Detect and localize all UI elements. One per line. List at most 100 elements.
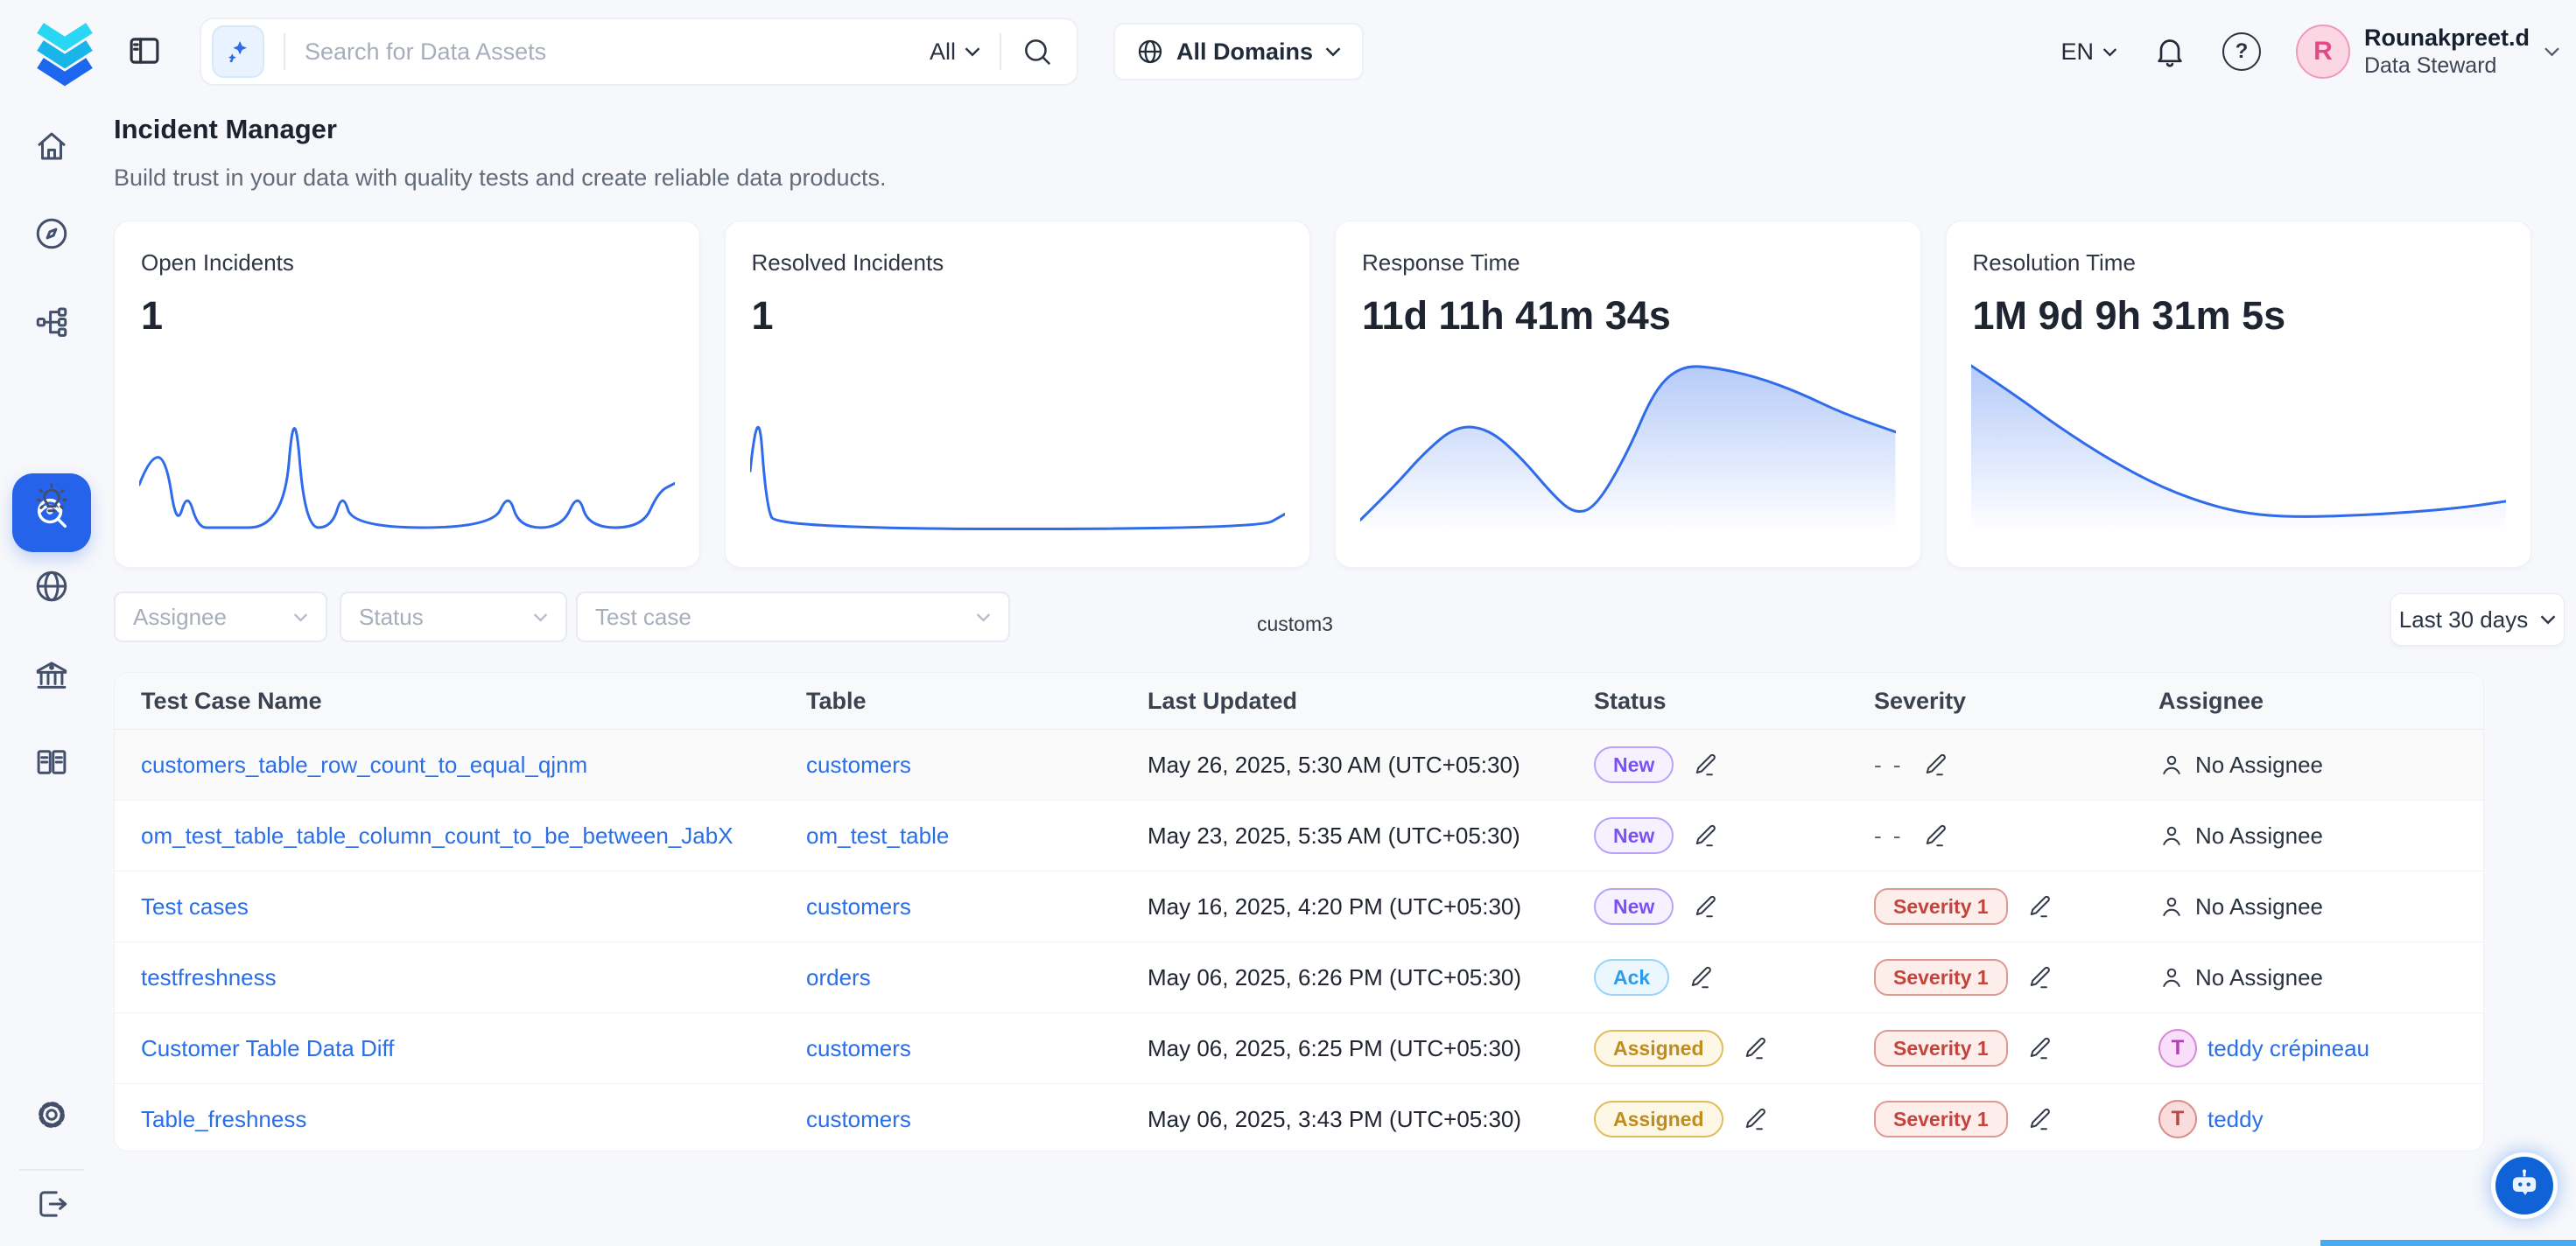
main-content: Incident Manager Build trust in your dat… [114,103,886,192]
table-link[interactable]: customers [806,1035,911,1061]
column-header: Last Updated [1148,688,1594,715]
table-header-row: Test Case NameTableLast UpdatedStatusSev… [115,673,2483,730]
assignee-avatar[interactable]: T [2158,1029,2197,1068]
bottom-scrollbar[interactable] [2320,1240,2576,1246]
user-name: Rounakpreet.d [2364,24,2530,53]
status-badge[interactable]: Assigned [1594,1101,1723,1138]
global-search[interactable]: Search for Data Assets All [200,18,1078,86]
assignee-cell[interactable]: Tteddy crépineau [2158,1029,2483,1068]
edit-severity-icon[interactable] [2027,964,2053,990]
stat-cards-row: Open Incidents 1 Resolved Incidents 1 Re… [114,220,2531,568]
status-badge[interactable]: New [1594,817,1674,854]
all-domains-button[interactable]: All Domains [1113,23,1364,80]
search-icon[interactable] [1021,35,1054,68]
column-header: Table [806,688,1148,715]
assignee-label: No Assignee [2195,893,2323,920]
assignee-link[interactable]: teddy [2207,1106,2264,1133]
table-row[interactable]: Test cases customers May 16, 2025, 4:20 … [115,872,2483,942]
response-time-chart [1360,357,1896,532]
status-badge[interactable]: Assigned [1594,1030,1723,1067]
sidebar-item-data-flow[interactable] [24,294,80,350]
severity-badge[interactable]: - - [1874,822,1904,850]
edit-status-icon[interactable] [1693,893,1719,920]
assignee-link[interactable]: teddy crépineau [2207,1035,2369,1062]
chat-bot-button[interactable] [2495,1157,2553,1214]
card-resolution-time: Resolution Time 1M 9d 9h 31m 5s [1946,220,2532,568]
card-title: Response Time [1362,249,1520,276]
edit-status-icon[interactable] [1743,1035,1769,1061]
search-scope-dropdown[interactable]: All [930,38,980,66]
search-input[interactable]: Search for Data Assets [305,38,930,66]
table-row[interactable]: Table_freshness customers May 06, 2025, … [115,1084,2483,1152]
status-badge[interactable]: New [1594,746,1674,783]
assignee-cell[interactable]: No Assignee [2158,964,2483,991]
severity-badge[interactable]: - - [1874,752,1904,779]
language-selector[interactable]: EN [2060,38,2117,66]
table-row[interactable]: customers_table_row_count_to_equal_qjnm … [115,730,2483,801]
table-link[interactable]: customers [806,752,911,778]
assignee-cell[interactable]: No Assignee [2158,822,2483,850]
edit-status-icon[interactable] [1743,1106,1769,1132]
test-case-name-link[interactable]: customers_table_row_count_to_equal_qjnm [141,752,587,778]
assignee-cell[interactable]: Tteddy [2158,1100,2483,1138]
test-case-name-link[interactable]: Test cases [141,893,249,920]
test-case-name-link[interactable]: om_test_table_table_column_count_to_be_b… [141,822,733,849]
divider [1000,33,1001,70]
help-icon[interactable]: ? [2222,32,2261,71]
last-updated-value: May 16, 2025, 4:20 PM (UTC+05:30) [1148,893,1594,920]
status-badge[interactable]: New [1594,888,1674,925]
user-avatar[interactable]: R [2296,24,2350,79]
status-badge[interactable]: Ack [1594,959,1669,996]
severity-badge[interactable]: Severity 1 [1874,1101,2008,1138]
status-filter[interactable]: Status [340,592,567,642]
edit-severity-icon[interactable] [2027,1035,2053,1061]
app-logo[interactable] [30,14,100,89]
edit-severity-icon[interactable] [2027,893,2053,920]
severity-badge[interactable]: Severity 1 [1874,1030,2008,1067]
test-case-name-link[interactable]: Customer Table Data Diff [141,1035,395,1061]
ai-sparkle-icon[interactable] [212,25,264,78]
edit-status-icon[interactable] [1693,752,1719,778]
last-updated-value: May 26, 2025, 5:30 AM (UTC+05:30) [1148,752,1594,779]
table-row[interactable]: Customer Table Data Diff customers May 0… [115,1013,2483,1084]
edit-severity-icon[interactable] [1923,752,1949,778]
sidebar-toggle-icon[interactable] [126,32,163,69]
filters-row: Assignee Status Test case custom3 Last 3… [114,592,2565,644]
test-case-filter[interactable]: Test case [576,592,1010,642]
table-link[interactable]: customers [806,1106,911,1132]
sidebar-item-explore[interactable] [24,206,80,262]
sidebar-item-glossary[interactable] [24,734,80,790]
last-updated-value: May 06, 2025, 3:43 PM (UTC+05:30) [1148,1106,1594,1133]
assignee-cell[interactable]: No Assignee [2158,893,2483,920]
card-value: 1 [141,293,163,339]
sidebar-item-logout[interactable] [24,1176,80,1232]
sidebar-item-insights[interactable] [24,472,80,528]
edit-severity-icon[interactable] [1923,822,1949,849]
assignee-cell[interactable]: No Assignee [2158,752,2483,779]
search-scope-value: All [930,38,956,66]
column-header: Assignee [2158,688,2483,715]
edit-severity-icon[interactable] [2027,1106,2053,1132]
edit-status-icon[interactable] [1688,964,1715,990]
table-row[interactable]: testfreshness orders May 06, 2025, 6:26 … [115,942,2483,1013]
sidebar-item-govern[interactable] [24,647,80,703]
assignee-filter[interactable]: Assignee [114,592,327,642]
sidebar-item-domains[interactable] [24,558,80,614]
severity-badge[interactable]: Severity 1 [1874,888,2008,925]
table-link[interactable]: customers [806,893,911,920]
test-case-name-link[interactable]: testfreshness [141,964,277,990]
table-row[interactable]: om_test_table_table_column_count_to_be_b… [115,801,2483,872]
user-menu[interactable]: R Rounakpreet.d Data Steward [2296,24,2560,80]
sidebar-item-settings[interactable] [24,1087,80,1143]
table-link[interactable]: orders [806,964,871,990]
edit-status-icon[interactable] [1693,822,1719,849]
date-range-button[interactable]: Last 30 days [2390,593,2565,646]
notifications-bell-icon[interactable] [2152,34,2187,69]
resolved-incidents-sparkline [750,388,1286,541]
table-link[interactable]: om_test_table [806,822,949,849]
assignee-avatar[interactable]: T [2158,1100,2197,1138]
severity-badge[interactable]: Severity 1 [1874,959,2008,996]
sidebar-item-home[interactable] [24,118,80,174]
test-case-name-link[interactable]: Table_freshness [141,1106,306,1132]
all-domains-label: All Domains [1176,38,1313,66]
